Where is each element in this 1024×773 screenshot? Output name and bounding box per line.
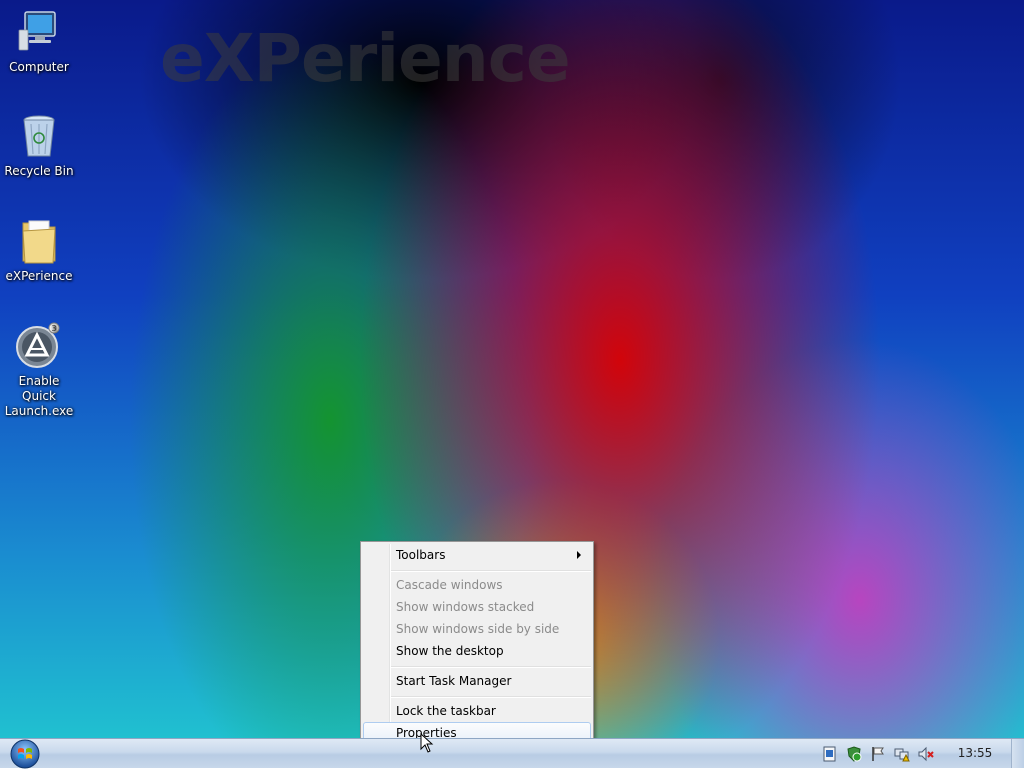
- submenu-arrow-icon: [577, 551, 581, 559]
- action-center-icon[interactable]: [822, 746, 838, 762]
- folder-icon: [15, 217, 63, 265]
- menu-item-label: Toolbars: [396, 548, 446, 562]
- computer-icon: [15, 8, 63, 56]
- menu-item-label: Lock the taskbar: [396, 704, 496, 718]
- menu-item-toolbars[interactable]: Toolbars: [363, 544, 591, 566]
- network-warning-icon[interactable]: [894, 746, 910, 762]
- menu-item-label: Cascade windows: [396, 578, 503, 592]
- desktop-icon-folder[interactable]: eXPerience: [0, 217, 78, 284]
- wallpaper-watermark: eXPerience: [160, 20, 571, 97]
- menu-separator: [391, 666, 591, 668]
- menu-item-label: Show the desktop: [396, 644, 504, 658]
- start-button[interactable]: [6, 737, 44, 769]
- flag-icon[interactable]: [870, 746, 886, 762]
- mouse-cursor-icon: [420, 733, 434, 753]
- menu-item-properties[interactable]: Properties: [363, 722, 591, 738]
- menu-item-cascade-windows: Cascade windows: [363, 574, 591, 596]
- desktop-icon-recycle-bin[interactable]: Recycle Bin: [0, 112, 78, 179]
- volume-muted-icon[interactable]: [918, 746, 934, 762]
- desktop-icon-label: eXPerience: [5, 269, 73, 283]
- show-desktop-button[interactable]: [1011, 739, 1024, 768]
- windows-orb-icon: [10, 739, 40, 769]
- desktop-icon-label: Computer: [9, 60, 69, 74]
- menu-separator: [391, 570, 591, 572]
- desktop-icon-label: Enable Quick Launch.exe: [4, 374, 74, 418]
- clock[interactable]: 13:55: [948, 746, 1002, 760]
- desktop-icon-label: Recycle Bin: [4, 164, 74, 178]
- menu-item-task-manager[interactable]: Start Task Manager: [363, 670, 591, 692]
- menu-item-label: Show windows stacked: [396, 600, 535, 614]
- menu-item-lock-taskbar[interactable]: Lock the taskbar: [363, 700, 591, 722]
- menu-item-label: Show windows side by side: [396, 622, 560, 636]
- desktop[interactable]: eXPerience Computer Recycle Bin eXPerien…: [0, 0, 1024, 738]
- menu-item-show-windows-stacked: Show windows stacked: [363, 596, 591, 618]
- svg-text:3: 3: [51, 324, 56, 333]
- menu-item-side-by-side: Show windows side by side: [363, 618, 591, 640]
- menu-separator: [391, 696, 591, 698]
- taskbar-context-menu: Toolbars Cascade windows Show windows st…: [360, 541, 594, 738]
- menu-item-label: Start Task Manager: [396, 674, 512, 688]
- security-icon[interactable]: [846, 746, 862, 762]
- taskbar[interactable]: 13:55: [0, 737, 1024, 769]
- desktop-icon-quick-launch[interactable]: 3 Enable Quick Launch.exe: [0, 322, 78, 419]
- menu-item-show-desktop[interactable]: Show the desktop: [363, 640, 591, 662]
- quick-launch-icon: 3: [15, 322, 63, 370]
- desktop-icon-computer[interactable]: Computer: [0, 8, 78, 75]
- recycle-bin-icon: [15, 112, 63, 160]
